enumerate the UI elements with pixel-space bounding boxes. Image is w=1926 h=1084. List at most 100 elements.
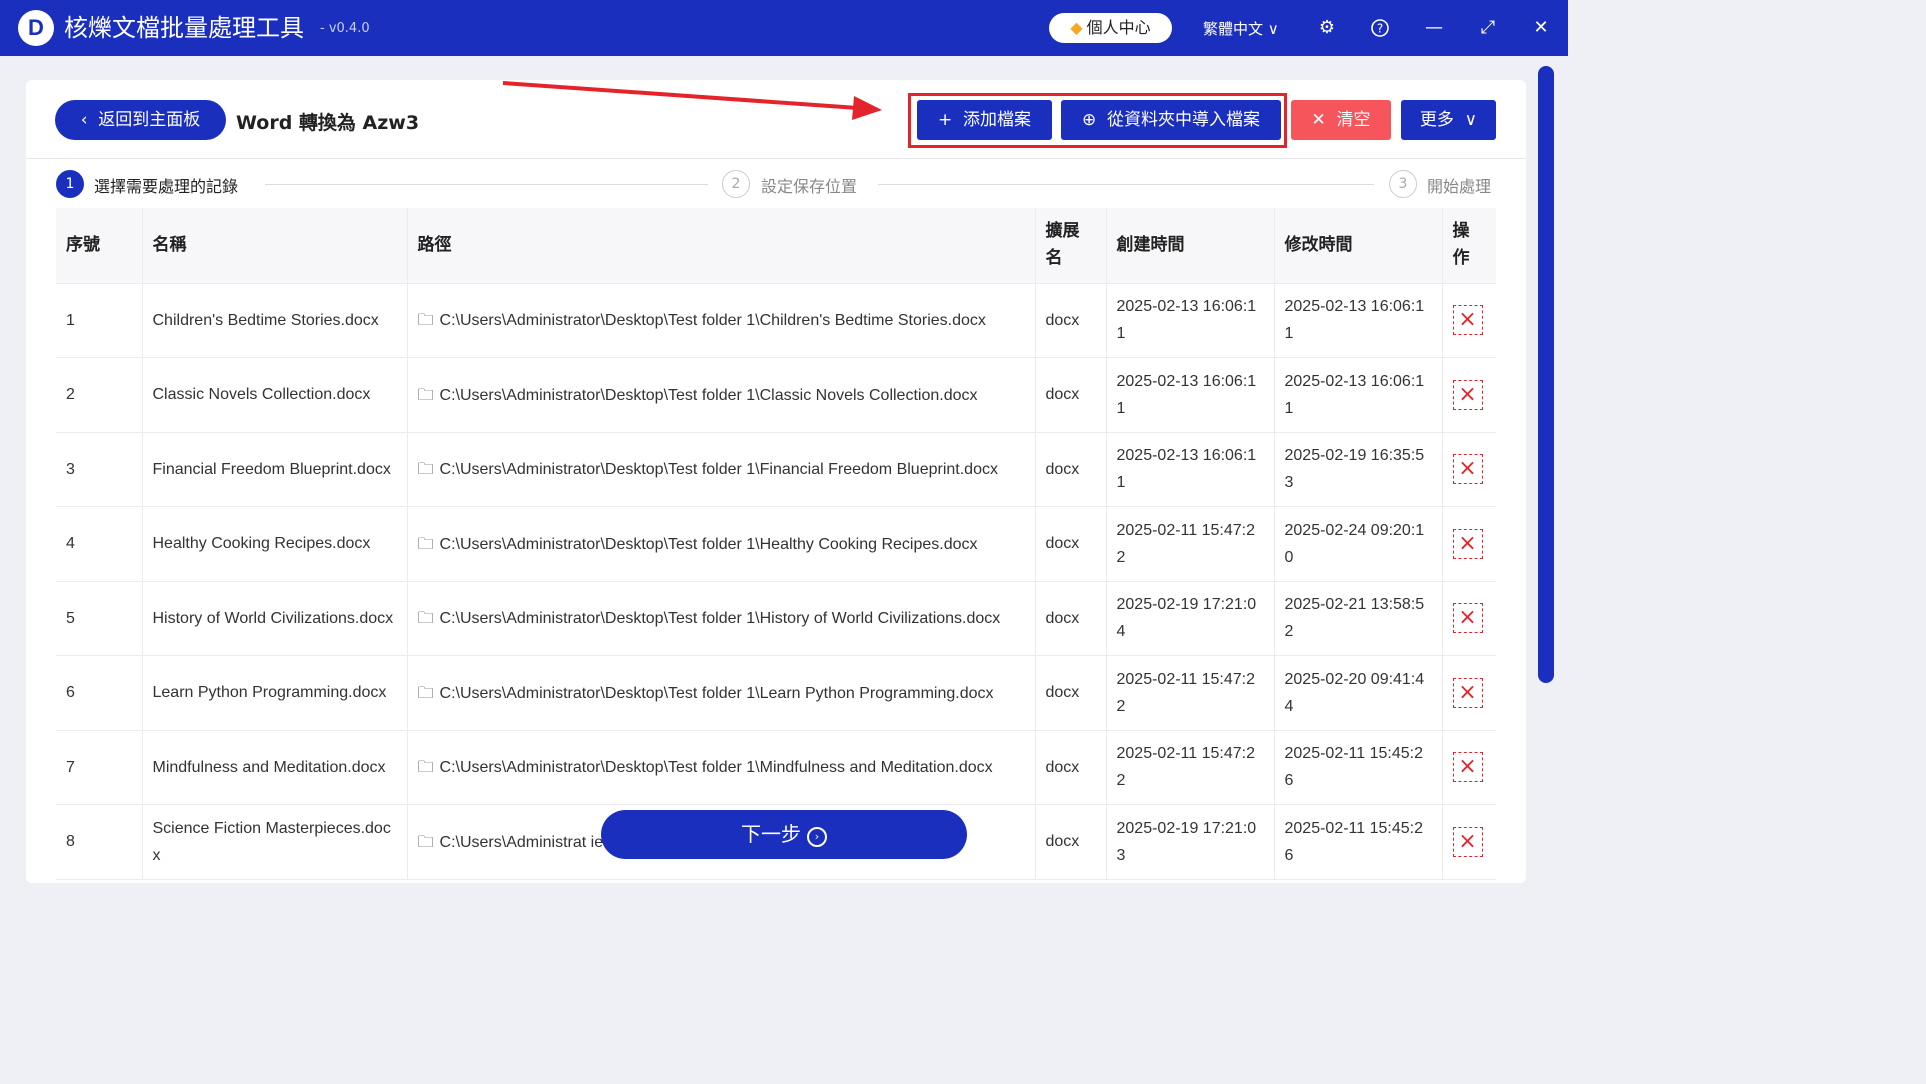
back-label: 返回到主面板 [98,110,201,130]
cell-action: × [1442,283,1496,358]
minimize-icon[interactable]: — [1420,14,1448,42]
cell-modified: 2025-02-20 09:41:44 [1274,655,1443,731]
cell-created: 2025-02-11 15:47:22 [1106,655,1275,731]
app-title: 核爍文檔批量處理工具 [64,14,304,42]
col-header-extension: 擴展名 [1035,208,1107,284]
import-folder-button[interactable]: ⊕ 從資料夾中導入檔案 [1061,100,1281,140]
col-header-modified: 修改時間 [1274,208,1443,284]
cell-modified: 2025-02-24 09:20:10 [1274,506,1443,582]
x-icon: ✕ [1311,110,1337,130]
import-folder-label: 從資料夾中導入檔案 [1107,110,1261,130]
cell-action: × [1442,432,1496,507]
cell-extension: docx [1035,581,1107,656]
more-button[interactable]: 更多 ∨ [1401,100,1496,140]
cell-index: 6 [56,655,143,731]
question-icon[interactable]: ? [1366,14,1394,42]
chevron-left-icon: ‹ [80,110,99,130]
step-3-label: 開始處理 [1427,177,1492,196]
cell-modified: 2025-02-11 15:45:26 [1274,804,1443,880]
folder-icon: 🗀 [417,533,434,553]
table-row[interactable]: 3 Financial Freedom Blueprint.docx 🗀 C:\U… [56,432,1496,507]
table-row[interactable]: 1 Children's Bedtime Stories.docx 🗀 C:\Us… [56,283,1496,358]
delete-x-icon[interactable]: × [1452,305,1483,336]
svg-text:?: ? [1377,22,1383,36]
delete-x-icon[interactable]: × [1452,752,1483,783]
delete-x-icon[interactable]: × [1452,826,1483,857]
page-title: Word 轉換為 Azw3 [236,112,420,134]
cell-index: 8 [56,804,143,880]
language-selector[interactable]: 繁體中文 ∨ [1203,18,1279,39]
logo-icon: D [18,10,54,46]
cell-name: Financial Freedom Blueprint.docx [142,432,408,507]
cell-extension: docx [1035,804,1107,880]
app-version: - v0.4.0 [320,21,370,36]
cell-created: 2025-02-11 15:47:22 [1106,506,1275,582]
folder-icon: 🗀 [417,459,434,479]
step-1-label: 選擇需要處理的記錄 [94,177,239,196]
folder-icon: 🗀 [417,310,434,330]
cell-path: 🗀 C:\Users\Administrator\Desktop\Test fol… [407,283,1036,358]
cell-extension: docx [1035,283,1107,358]
file-table: 序號 名稱 路徑 擴展名 創建時間 修改時間 操作 1 Children's B… [56,208,1496,883]
table-row[interactable]: 4 Healthy Cooking Recipes.docx 🗀 C:\Users… [56,506,1496,582]
step-connector [265,184,708,185]
folder-icon: 🗀 [417,608,434,628]
cell-created: 2025-02-19 17:21:03 [1106,804,1275,880]
path-text: C:\Users\Administrator\Desktop\Test fold… [439,535,978,553]
scrollbar[interactable] [1538,66,1554,683]
user-center-label: 個人中心 [1086,18,1151,37]
chevron-down-icon: ∨ [1453,110,1478,130]
table-row[interactable]: 2 Classic Novels Collection.docx 🗀 C:\Use… [56,357,1496,433]
cell-modified: 2025-02-19 16:35:53 [1274,432,1443,507]
step-connector [878,184,1374,185]
delete-x-icon[interactable]: × [1452,603,1483,634]
user-center-button[interactable]: ◆ 個人中心 [1049,13,1172,43]
chevron-down-icon: ∨ [1267,20,1279,38]
add-file-button[interactable]: + 添加檔案 [917,100,1052,140]
cell-created: 2025-02-11 15:47:22 [1106,730,1275,805]
delete-x-icon[interactable]: × [1452,379,1483,410]
cell-path: 🗀 C:\Users\Administrator\Desktop\Test fol… [407,730,1036,805]
cell-index: 2 [56,357,143,433]
cell-name: Science Fiction Masterpieces.docx [142,804,408,880]
table-row[interactable]: 7 Mindfulness and Meditation.docx 🗀 C:\Us… [56,730,1496,805]
col-header-action: 操作 [1442,208,1496,284]
close-icon[interactable]: ✕ [1527,14,1555,42]
cell-path: 🗀 C:\Users\Administrator\Desktop\Test fol… [407,655,1036,731]
table-row[interactable]: 6 Learn Python Programming.docx 🗀 C:\User… [56,655,1496,731]
path-text: C:\Users\Administrator\Desktop\Test fold… [439,610,1001,628]
cell-index: 3 [56,432,143,507]
gear-icon[interactable]: ⚙ [1313,14,1341,42]
delete-x-icon[interactable]: × [1452,528,1483,559]
cell-action: × [1442,730,1496,805]
clear-button[interactable]: ✕ 清空 [1291,100,1391,140]
step-1-circle: 1 [56,170,84,198]
col-header-created: 創建時間 [1106,208,1275,284]
cell-extension: docx [1035,432,1107,507]
col-header-name: 名稱 [142,208,408,284]
table-header-row: 序號 名稱 路徑 擴展名 創建時間 修改時間 操作 [56,208,1496,284]
path-text: C:\Users\Administrator\Desktop\Test fold… [439,759,993,777]
table-row[interactable]: 5 History of World Civilizations.docx 🗀 C… [56,581,1496,656]
cell-name: Learn Python Programming.docx [142,655,408,731]
cell-action: × [1442,655,1496,731]
path-text: C:\Users\Administrator\Desktop\Test fold… [439,461,998,479]
delete-x-icon[interactable]: × [1452,677,1483,708]
cell-extension: docx [1035,730,1107,805]
path-text: C:\Users\Administrator\Desktop\Test fold… [439,684,994,702]
add-file-label: 添加檔案 [963,110,1032,130]
folder-icon: 🗀 [417,682,434,702]
cell-path: 🗀 C:\Users\Administrator\Desktop\Test fol… [407,357,1036,433]
title-bar: D 核爍文檔批量處理工具 - v0.4.0 ◆ 個人中心 繁體中文 ∨ ⚙ ? —… [0,0,1568,56]
header-divider [26,158,1526,159]
cell-index: 5 [56,581,143,656]
delete-x-icon[interactable]: × [1452,454,1483,485]
cell-index: 1 [56,283,143,358]
cell-action: × [1442,581,1496,656]
cell-path: 🗀 C:\Users\Administrator\Desktop\Test fol… [407,432,1036,507]
maximize-icon[interactable]: ⤢ [1474,14,1502,42]
cell-name: Mindfulness and Meditation.docx [142,730,408,805]
next-step-button[interactable]: 下一步 › [601,810,967,859]
back-to-main-button[interactable]: ‹ 返回到主面板 [55,100,226,140]
cell-path: 🗀 C:\Users\Administrator\Desktop\Test fol… [407,506,1036,582]
